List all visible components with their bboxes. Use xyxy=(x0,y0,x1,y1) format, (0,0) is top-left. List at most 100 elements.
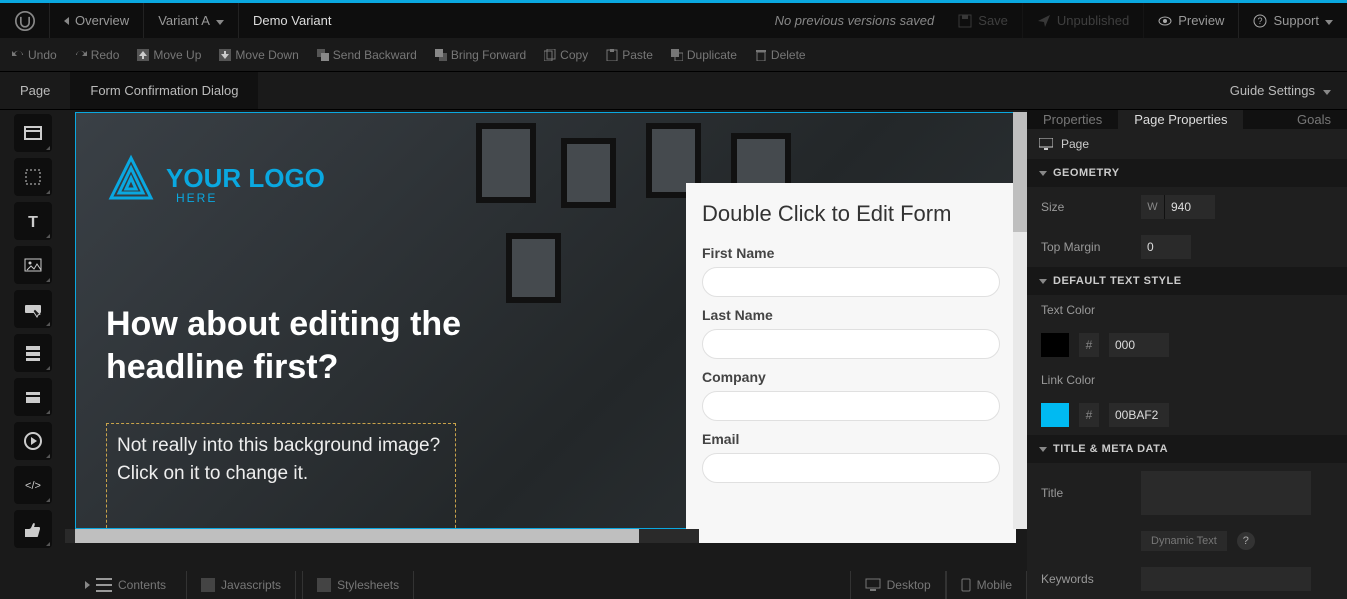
move-down-button[interactable]: Move Down xyxy=(219,48,298,62)
logo-text: YOUR LOGO xyxy=(166,163,325,194)
page-name: Demo Variant xyxy=(239,3,346,38)
arrow-up-icon xyxy=(137,49,149,61)
support-button[interactable]: ? Support xyxy=(1239,3,1347,38)
mobile-view-button[interactable]: Mobile xyxy=(946,571,1027,599)
keywords-input[interactable] xyxy=(1141,567,1311,591)
link-color-swatch[interactable] xyxy=(1041,403,1069,427)
tab-page[interactable]: Page xyxy=(0,72,70,109)
form-label-email: Email xyxy=(702,431,1000,447)
redo-button[interactable]: Redo xyxy=(75,48,120,62)
save-button[interactable]: Save xyxy=(944,3,1023,38)
chevron-down-icon xyxy=(1039,443,1047,455)
tool-button[interactable] xyxy=(14,290,52,328)
help-icon[interactable]: ? xyxy=(1237,532,1255,550)
undo-button[interactable]: Undo xyxy=(12,48,57,62)
tab-form-confirmation[interactable]: Form Confirmation Dialog xyxy=(70,72,258,109)
form-input-email[interactable] xyxy=(702,453,1000,483)
tool-palette: T </> xyxy=(0,110,65,599)
form-input-firstname[interactable] xyxy=(702,267,1000,297)
trash-icon xyxy=(755,49,767,61)
form-title: Double Click to Edit Form xyxy=(702,201,1000,227)
form-input-company[interactable] xyxy=(702,391,1000,421)
paste-icon xyxy=(606,49,618,61)
svg-text:?: ? xyxy=(1258,16,1263,26)
css-icon xyxy=(317,578,331,592)
variant-selector[interactable]: Variant A xyxy=(144,3,239,38)
title-input[interactable] xyxy=(1141,471,1311,515)
send-backward-button[interactable]: Send Backward xyxy=(317,48,417,62)
bring-forward-button[interactable]: Bring Forward xyxy=(435,48,526,62)
tool-section[interactable] xyxy=(14,114,52,152)
chevron-left-icon xyxy=(64,13,69,28)
link-color-input[interactable] xyxy=(1109,403,1169,427)
width-input[interactable] xyxy=(1165,195,1215,219)
layer-front-icon xyxy=(435,49,447,61)
section-text-style[interactable]: DEFAULT TEXT STYLE xyxy=(1027,267,1347,295)
delete-button[interactable]: Delete xyxy=(755,48,806,62)
tab-page-properties[interactable]: Page Properties xyxy=(1118,110,1243,129)
overview-button[interactable]: Overview xyxy=(50,3,144,38)
preview-button[interactable]: Preview xyxy=(1144,3,1239,38)
headline-text[interactable]: How about editing the headline first? xyxy=(106,303,486,388)
tool-text[interactable]: T xyxy=(14,202,52,240)
stylesheets-tab[interactable]: Stylesheets xyxy=(302,571,414,599)
mobile-icon xyxy=(961,578,971,592)
form-label-company: Company xyxy=(702,369,1000,385)
label-size: Size xyxy=(1041,200,1131,214)
unbounce-icon xyxy=(15,11,35,31)
hash-symbol: # xyxy=(1079,403,1099,427)
svg-text:</>: </> xyxy=(25,480,41,492)
chevron-down-icon xyxy=(216,13,224,28)
subtext-block-selected[interactable]: Not really into this background image? C… xyxy=(106,423,456,533)
tool-image[interactable] xyxy=(14,246,52,284)
javascripts-tab[interactable]: Javascripts xyxy=(186,571,296,599)
guide-settings[interactable]: Guide Settings xyxy=(1214,83,1347,98)
copy-icon xyxy=(544,49,556,61)
canvas-vertical-scrollbar[interactable] xyxy=(1013,112,1027,529)
section-title-meta[interactable]: TITLE & META DATA xyxy=(1027,435,1347,463)
unpublished-button[interactable]: Unpublished xyxy=(1023,3,1144,38)
monitor-icon xyxy=(1039,138,1053,150)
logo-icon xyxy=(106,153,156,203)
logo-subtext: HERE xyxy=(176,191,217,205)
contents-toggle[interactable]: Contents xyxy=(71,571,180,599)
list-icon xyxy=(96,578,112,592)
tab-goals[interactable]: Goals xyxy=(1281,110,1347,129)
redo-icon xyxy=(75,49,87,61)
form-label-lastname: Last Name xyxy=(702,307,1000,323)
canvas-horizontal-scrollbar[interactable] xyxy=(65,529,699,543)
hash-symbol: # xyxy=(1079,333,1099,357)
chevron-down-icon xyxy=(1323,83,1331,98)
canvas-page[interactable]: YOUR LOGO HERE How about editing the hea… xyxy=(75,112,1017,529)
paste-button[interactable]: Paste xyxy=(606,48,653,62)
form-card[interactable]: Double Click to Edit Form First Name Las… xyxy=(686,183,1016,543)
tool-html[interactable]: </> xyxy=(14,466,52,504)
tool-form[interactable] xyxy=(14,334,52,372)
js-icon xyxy=(201,578,215,592)
save-status: No previous versions saved xyxy=(346,13,945,28)
dynamic-text-button[interactable]: Dynamic Text xyxy=(1141,531,1227,551)
form-label-firstname: First Name xyxy=(702,245,1000,261)
arrow-down-icon xyxy=(219,49,231,61)
text-color-swatch[interactable] xyxy=(1041,333,1069,357)
move-up-button[interactable]: Move Up xyxy=(137,48,201,62)
form-input-lastname[interactable] xyxy=(702,329,1000,359)
desktop-view-button[interactable]: Desktop xyxy=(850,571,946,599)
top-margin-input[interactable] xyxy=(1141,235,1191,259)
label-top-margin: Top Margin xyxy=(1041,240,1131,254)
section-geometry[interactable]: GEOMETRY xyxy=(1027,159,1347,187)
chevron-down-icon xyxy=(1325,13,1333,28)
chevron-right-icon xyxy=(85,578,90,592)
chevron-down-icon xyxy=(1039,167,1047,179)
tool-box[interactable] xyxy=(14,158,52,196)
tool-block[interactable] xyxy=(14,378,52,416)
text-color-input[interactable] xyxy=(1109,333,1169,357)
tool-video[interactable] xyxy=(14,422,52,460)
copy-button[interactable]: Copy xyxy=(544,48,588,62)
tool-social[interactable] xyxy=(14,510,52,548)
duplicate-icon xyxy=(671,49,683,61)
tab-properties[interactable]: Properties xyxy=(1027,110,1118,129)
app-logo[interactable] xyxy=(0,3,50,38)
chevron-down-icon xyxy=(1039,275,1047,287)
duplicate-button[interactable]: Duplicate xyxy=(671,48,737,62)
